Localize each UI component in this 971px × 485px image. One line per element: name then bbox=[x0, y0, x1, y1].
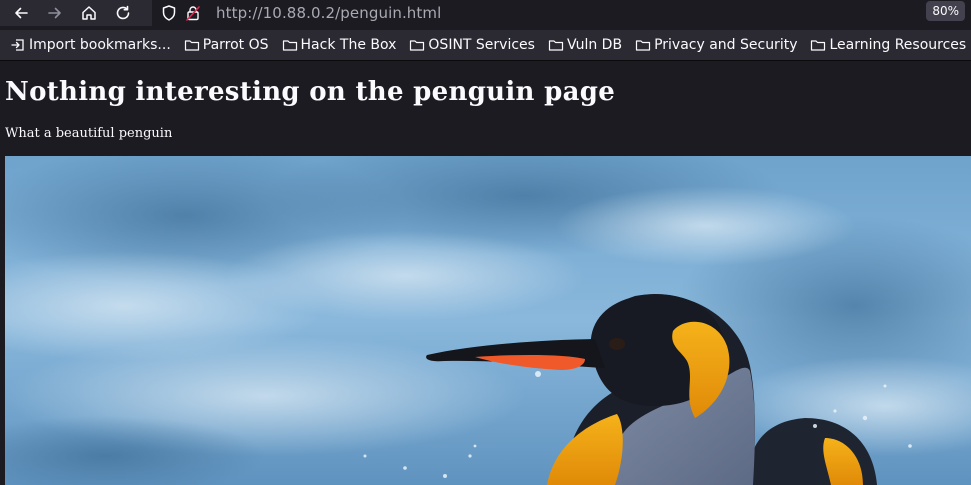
tracking-shield-icon[interactable] bbox=[160, 4, 178, 22]
bookmark-osint-services[interactable]: OSINT Services bbox=[405, 33, 539, 57]
bookmark-hack-the-box[interactable]: Hack The Box bbox=[278, 33, 401, 57]
bookmark-label: Privacy and Security bbox=[654, 37, 798, 53]
page-content: Nothing interesting on the penguin page … bbox=[0, 61, 971, 485]
folder-icon bbox=[635, 37, 651, 53]
folder-icon bbox=[184, 37, 200, 53]
forward-arrow-icon bbox=[48, 7, 61, 19]
folder-icon bbox=[810, 37, 826, 53]
bookmark-parrot-os[interactable]: Parrot OS bbox=[180, 33, 273, 57]
back-arrow-icon bbox=[15, 7, 28, 19]
address-bar[interactable]: http://10.88.0.2/penguin.html 80% bbox=[152, 0, 971, 26]
bookmark-privacy-and-security[interactable]: Privacy and Security bbox=[631, 33, 801, 57]
folder-icon bbox=[409, 37, 425, 53]
zoom-level-badge[interactable]: 80% bbox=[926, 1, 965, 21]
bookmark-learning-resources[interactable]: Learning Resources bbox=[806, 33, 970, 57]
back-button[interactable] bbox=[6, 0, 36, 26]
forward-button[interactable] bbox=[40, 0, 70, 26]
bookmark-label: Learning Resources bbox=[829, 37, 967, 53]
navigation-toolbar: http://10.88.0.2/penguin.html 80% bbox=[0, 0, 971, 26]
home-icon bbox=[82, 6, 96, 20]
bookmark-label: Parrot OS bbox=[202, 37, 269, 53]
url-path: /penguin.html bbox=[335, 4, 442, 22]
page-subtitle: What a beautiful penguin bbox=[5, 126, 173, 141]
page-heading: Nothing interesting on the penguin page bbox=[5, 77, 616, 107]
bookmark-label: OSINT Services bbox=[428, 37, 535, 53]
insecure-lock-icon[interactable] bbox=[184, 4, 202, 22]
bookmark-vuln-db[interactable]: Vuln DB bbox=[544, 33, 626, 57]
home-button[interactable] bbox=[74, 0, 104, 26]
folder-icon bbox=[548, 37, 564, 53]
bookmark-label: Hack The Box bbox=[300, 37, 397, 53]
penguin-illustration bbox=[5, 156, 971, 485]
penguin-image bbox=[5, 156, 971, 485]
url-text[interactable]: http://10.88.0.2/penguin.html bbox=[216, 4, 441, 22]
bookmark-label: Vuln DB bbox=[566, 37, 623, 53]
reload-icon bbox=[116, 5, 130, 20]
import-icon bbox=[10, 37, 26, 53]
bookmarks-toolbar: Import bookmarks... Parrot OS Hack The B… bbox=[0, 30, 971, 61]
bookmark-import[interactable]: Import bookmarks... bbox=[6, 33, 175, 57]
folder-icon bbox=[282, 37, 298, 53]
reload-button[interactable] bbox=[108, 0, 138, 26]
url-host: http://10.88.0.2 bbox=[216, 4, 336, 22]
bookmark-label: Import bookmarks... bbox=[29, 37, 171, 53]
